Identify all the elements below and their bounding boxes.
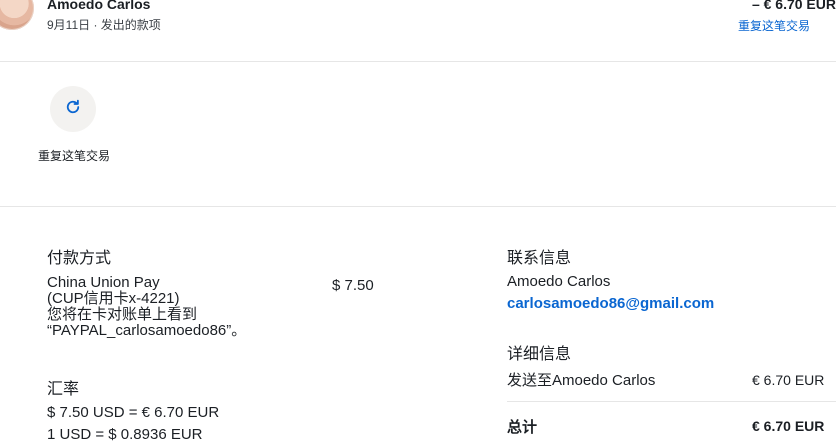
header-divider	[0, 61, 836, 62]
avatar	[0, 0, 34, 30]
total-amount: € 6.70 EUR	[752, 418, 825, 434]
statement-note: 您将在卡对账单上看到	[47, 306, 198, 323]
payment-method-name: China Union Pay	[47, 274, 160, 291]
exchange-rate-unit: 1 USD = $ 0.8936 EUR	[47, 426, 203, 443]
repeat-transaction-link[interactable]: 重复这笔交易	[738, 17, 810, 34]
sent-to-label: 发送至Amoedo Carlos	[507, 372, 656, 389]
exchange-rate-conversion: $ 7.50 USD = € 6.70 EUR	[47, 404, 220, 421]
payment-method-heading: 付款方式	[47, 250, 112, 267]
repeat-transaction-button[interactable]	[50, 86, 96, 132]
statement-descriptor: “PAYPAL_carlosamoedo86”。	[47, 322, 247, 339]
refresh-icon	[64, 98, 82, 121]
payment-card-info: (CUP信用卡x-4221)	[47, 290, 180, 307]
transaction-subtitle: 9月11日 · 发出的款项	[47, 18, 161, 32]
total-label: 总计	[507, 419, 538, 436]
actions-divider	[0, 206, 836, 207]
payment-method-details: China Union Pay (CUP信用卡x-4221) 您将在卡对账单上看…	[47, 275, 317, 339]
payment-amount: $ 7.50	[332, 277, 374, 294]
details-divider	[507, 401, 836, 402]
counterparty-name: Amoedo Carlos	[47, 0, 151, 12]
transaction-amount: – € 6.70 EUR	[751, 0, 836, 12]
contact-name: Amoedo Carlos	[507, 273, 611, 290]
contact-email-link[interactable]: carlosamoedo86@gmail.com	[507, 295, 714, 312]
details-heading: 详细信息	[507, 346, 572, 363]
sent-to-amount: € 6.70 EUR	[752, 372, 825, 388]
repeat-transaction-label: 重复这笔交易	[38, 149, 111, 163]
contact-info-heading: 联系信息	[507, 250, 572, 267]
exchange-rate-heading: 汇率	[47, 381, 80, 398]
